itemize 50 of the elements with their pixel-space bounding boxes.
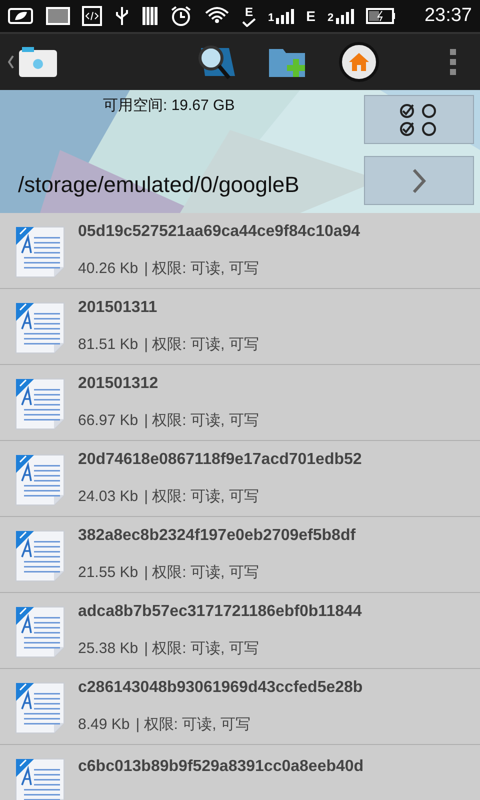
file-row[interactable]: 201501312 66.97 Kb | 权限: 可读, 可写 [0, 365, 480, 441]
file-row[interactable]: 05d19c527521aa69ca44ce9f84c10a94 40.26 Kb | 权限: 可读, 可写 [0, 213, 480, 289]
clock-time: 23:37 [424, 4, 472, 28]
file-size: 8.49 Kb [78, 715, 130, 736]
file-name: 20d74618e0867118f9e17acd701edb52 [78, 450, 362, 470]
file-row[interactable]: 382a8ec8b2324f197e0eb2709ef5b8df 21.55 Kb | 权限: 可读, 可写 [0, 517, 480, 593]
file-permissions: | 权限: 可读, 可写 [144, 639, 259, 660]
file-name: 201501312 [78, 374, 160, 394]
code-icon [82, 6, 102, 26]
file-size: 81.51 Kb [78, 335, 138, 356]
alarm-icon [170, 5, 192, 27]
file-name: 201501311 [78, 298, 158, 318]
folder-icon [18, 46, 58, 78]
file-row[interactable]: 20d74618e0867118f9e17acd701edb52 24.03 Kb | 权限: 可读, 可写 [0, 441, 480, 517]
file-row[interactable]: adca8b7b57ec3171721186ebf0b11844 25.38 Kb | 权限: 可读, 可写 [0, 593, 480, 669]
network-type-label: E [306, 6, 316, 26]
file-size: 21.55 Kb [78, 563, 138, 584]
file-row[interactable]: c286143048b93061969d43ccfed5e28b 8.49 Kb | 权限: 可读, 可写 [0, 669, 480, 745]
file-name: 05d19c527521aa69ca44ce9f84c10a94 [78, 222, 360, 242]
charging-battery-icon [366, 8, 396, 24]
file-name: 382a8ec8b2324f197e0eb2709ef5b8df [78, 526, 356, 546]
file-permissions: | 权限: 可读, 可写 [144, 411, 259, 432]
file-name: c286143048b93061969d43ccfed5e28b [78, 678, 363, 698]
usb-icon [114, 5, 130, 27]
home-icon [348, 52, 370, 72]
home-button[interactable] [339, 42, 379, 82]
chevron-right-icon [412, 168, 426, 194]
image-icon [46, 7, 70, 25]
leaf-battery-icon [8, 7, 34, 25]
file-size: 25.38 Kb [78, 639, 138, 660]
path-label: /storage/emulated/0/googleB [18, 170, 300, 199]
file-name: c6bc013b89b9f529a8391cc0a8eeb40d [78, 756, 364, 776]
file-row[interactable]: 201501311 81.51 Kb | 权限: 可读, 可写 [0, 289, 480, 365]
file-permissions: | 权限: 可读, 可写 [144, 259, 259, 280]
file-permissions: | 权限: 可读, 可写 [136, 715, 250, 736]
check-icon [242, 18, 256, 26]
file-size: 40.26 Kb [78, 259, 138, 280]
back-caret-icon [8, 55, 14, 69]
file-permissions: | 权限: 可读, 可写 [144, 563, 259, 584]
network-type-label: E [244, 6, 253, 18]
file-size: 24.03 Kb [78, 487, 138, 508]
app-home-button[interactable] [8, 46, 58, 78]
file-row[interactable]: c6bc013b89b9f529a8391cc0a8eeb40d [0, 745, 480, 800]
file-permissions: | 权限: 可读, 可写 [144, 335, 259, 356]
barcode-icon [142, 6, 158, 26]
file-name: adca8b7b57ec3171721186ebf0b11844 [78, 602, 362, 622]
file-size: 66.97 Kb [78, 411, 138, 432]
select-toggle-button[interactable] [364, 95, 474, 144]
file-permissions: | 权限: 可读, 可写 [144, 487, 259, 508]
free-space-label: 可用空间: 19.67 GB [103, 96, 236, 116]
